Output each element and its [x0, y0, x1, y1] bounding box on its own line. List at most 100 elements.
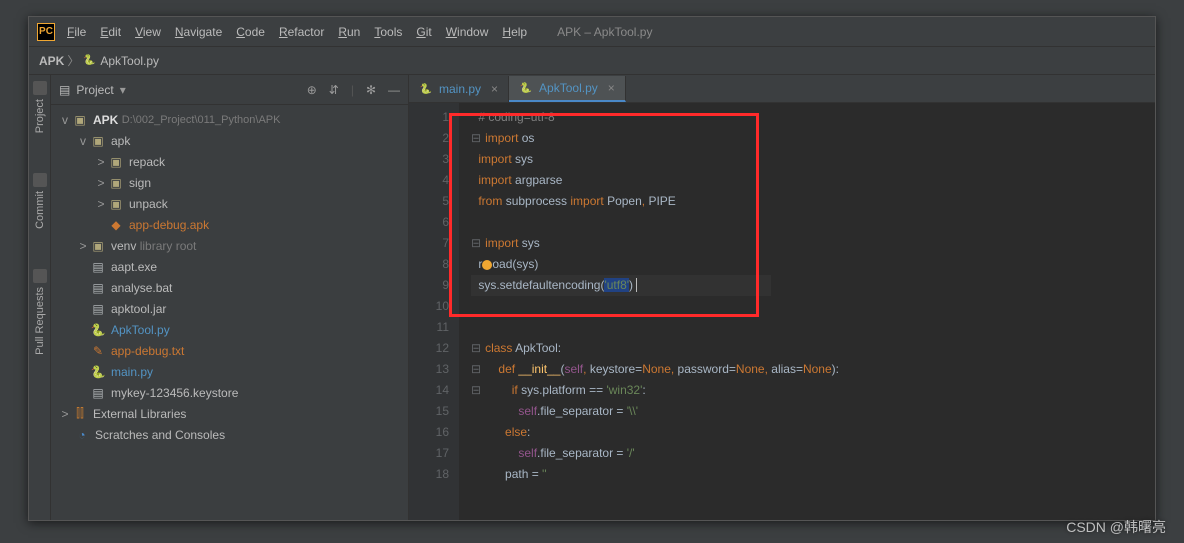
- close-icon[interactable]: ×: [491, 82, 498, 96]
- app-logo-icon: PC: [37, 23, 55, 41]
- rail-icon: [33, 173, 47, 187]
- code-line[interactable]: from subprocess import Popen, PIPE: [471, 191, 1155, 212]
- file-icon: ▤: [89, 260, 107, 274]
- rail-icon: [33, 81, 47, 95]
- menu-git[interactable]: Git: [416, 25, 431, 39]
- code-line[interactable]: sys.setdefaultencoding('utf8'): [471, 275, 1155, 296]
- editor-tabs: 🐍main.py×🐍ApkTool.py×: [409, 75, 1155, 103]
- code-line[interactable]: self.file_separator = '\\': [471, 401, 1155, 422]
- pyf-icon: 🐍: [89, 365, 107, 379]
- watermark: CSDN @韩曙亮: [1066, 517, 1166, 537]
- rail-project[interactable]: Project: [34, 99, 46, 133]
- tree-row[interactable]: 🐍main.py: [51, 361, 408, 382]
- code-area[interactable]: # coding=utf-8⊟import os import sys impo…: [459, 103, 1155, 520]
- breadcrumb-file[interactable]: 🐍 ApkTool.py: [82, 54, 159, 68]
- rail-pull-requests[interactable]: Pull Requests: [34, 287, 46, 355]
- intention-bulb-icon[interactable]: [482, 260, 492, 270]
- code-line[interactable]: ⊟ if sys.platform == 'win32':: [471, 380, 1155, 401]
- apk-icon: ◆: [107, 218, 125, 232]
- fold-icon[interactable]: ⊟: [471, 383, 481, 397]
- tree-row[interactable]: >▣venv library root: [51, 235, 408, 256]
- tree-row[interactable]: ▤aapt.exe: [51, 256, 408, 277]
- tree-row[interactable]: >▣sign: [51, 172, 408, 193]
- tree-scratches[interactable]: ◔Scratches and Consoles: [51, 424, 408, 445]
- code-line[interactable]: import sys: [471, 149, 1155, 170]
- code-line[interactable]: ⊟import os: [471, 128, 1155, 149]
- code-line[interactable]: # coding=utf-8: [471, 107, 1155, 128]
- close-icon[interactable]: ×: [608, 81, 615, 95]
- tree-row[interactable]: ▤apktool.jar: [51, 298, 408, 319]
- menu-tools[interactable]: Tools: [374, 25, 402, 39]
- editor-area: 🐍main.py×🐍ApkTool.py× 123456789101112131…: [409, 75, 1155, 520]
- breadcrumb-project[interactable]: APK: [39, 54, 64, 68]
- code-line[interactable]: [471, 317, 1155, 338]
- folder-icon: ▣: [107, 197, 125, 211]
- menu-refactor[interactable]: Refactor: [279, 25, 324, 39]
- line-gutter: 123456789101112131415161718: [409, 103, 459, 520]
- tree-row[interactable]: ▤mykey-123456.keystore: [51, 382, 408, 403]
- python-file-icon: 🐍: [519, 81, 533, 95]
- fold-icon[interactable]: ⊟: [471, 131, 481, 145]
- pyf-icon: 🐍: [89, 323, 107, 337]
- code-line[interactable]: self.file_separator = '/': [471, 443, 1155, 464]
- txt-icon: ✎: [89, 344, 107, 358]
- titlebar: PC File Edit View Navigate Code Refactor Run To…: [29, 17, 1155, 47]
- tree-row[interactable]: >▣unpack: [51, 193, 408, 214]
- expand-all-icon[interactable]: ⇵: [329, 83, 339, 97]
- rail-icon: [33, 269, 47, 283]
- tree-external-libraries[interactable]: >⫿⫿External Libraries: [51, 403, 408, 424]
- menu-help[interactable]: Help: [502, 25, 527, 39]
- tree-row[interactable]: 🐍ApkTool.py: [51, 319, 408, 340]
- code-line[interactable]: path = '': [471, 464, 1155, 485]
- window-title: APK – ApkTool.py: [557, 25, 652, 39]
- project-icon: ▤: [59, 83, 70, 97]
- code-line[interactable]: road(sys): [471, 254, 1155, 275]
- menu-view[interactable]: View: [135, 25, 161, 39]
- python-file-icon: 🐍: [419, 82, 433, 96]
- chevron-down-icon: ▾: [120, 83, 126, 97]
- tree-row[interactable]: v▣apk: [51, 130, 408, 151]
- sidebar-title[interactable]: ▤ Project ▾: [59, 83, 126, 97]
- tree-row[interactable]: ◆app-debug.apk: [51, 214, 408, 235]
- editor-body[interactable]: 123456789101112131415161718 # coding=utf…: [409, 103, 1155, 520]
- code-line[interactable]: else:: [471, 422, 1155, 443]
- menu-run[interactable]: Run: [338, 25, 360, 39]
- tree-project-root[interactable]: v▣ APK D:\002_Project\011_Python\APK: [51, 109, 408, 130]
- editor-tab[interactable]: 🐍main.py×: [409, 76, 509, 102]
- settings-icon[interactable]: ✻: [366, 83, 376, 97]
- left-tool-rail: Project Commit Pull Requests: [29, 75, 51, 520]
- code-line[interactable]: [471, 212, 1155, 233]
- menu-navigate[interactable]: Navigate: [175, 25, 222, 39]
- file-icon: ▤: [89, 386, 107, 400]
- code-line[interactable]: [471, 296, 1155, 317]
- file-icon: ▤: [89, 281, 107, 295]
- fold-icon[interactable]: ⊟: [471, 362, 481, 376]
- menu-edit[interactable]: Edit: [100, 25, 121, 39]
- tree-row[interactable]: ✎app-debug.txt: [51, 340, 408, 361]
- code-line[interactable]: ⊟import sys: [471, 233, 1155, 254]
- code-line[interactable]: ⊟ def __init__(self, keystore=None, pass…: [471, 359, 1155, 380]
- hide-icon[interactable]: —: [388, 83, 400, 97]
- editor-tab[interactable]: 🐍ApkTool.py×: [509, 76, 626, 102]
- tree-row[interactable]: >▣repack: [51, 151, 408, 172]
- folder-icon: ▣: [107, 155, 125, 169]
- file-icon: ▤: [89, 302, 107, 316]
- sidebar-toolbar: ▤ Project ▾ ⊕ ⇵ | ✻ —: [51, 75, 408, 105]
- rail-commit[interactable]: Commit: [34, 191, 46, 229]
- folder-icon: ▣: [107, 176, 125, 190]
- breadcrumb: APK 〉 🐍 ApkTool.py: [29, 47, 1155, 75]
- menu-file[interactable]: File: [67, 25, 86, 39]
- fold-icon[interactable]: ⊟: [471, 236, 481, 250]
- tree-row[interactable]: ▤analyse.bat: [51, 277, 408, 298]
- select-opened-file-icon[interactable]: ⊕: [307, 83, 317, 97]
- folder-icon: ▣: [89, 134, 107, 148]
- chevron-right-icon: 〉: [67, 52, 79, 69]
- code-line[interactable]: ⊟class ApkTool:: [471, 338, 1155, 359]
- fold-icon[interactable]: ⊟: [471, 341, 481, 355]
- menu-code[interactable]: Code: [236, 25, 265, 39]
- ide-window: PC File Edit View Navigate Code Refactor Run To…: [28, 16, 1156, 521]
- python-file-icon: 🐍: [82, 54, 96, 68]
- folder-icon: ▣: [89, 239, 107, 253]
- code-line[interactable]: import argparse: [471, 170, 1155, 191]
- menu-window[interactable]: Window: [446, 25, 489, 39]
